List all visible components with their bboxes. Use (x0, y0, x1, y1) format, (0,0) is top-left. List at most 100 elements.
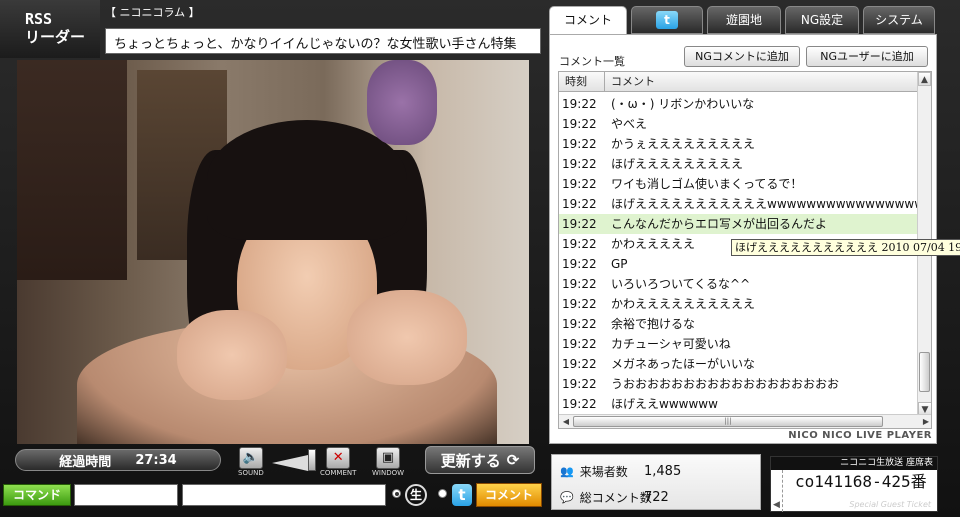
comment-text: かうぇえええええええええ (611, 137, 756, 151)
rss-reader-logo[interactable]: RSS リーダー (0, 0, 100, 58)
comment-row[interactable]: 19:22 かわええええええええええ (559, 294, 917, 314)
comment-row[interactable]: 19:22 やべえ (559, 114, 917, 134)
comment-row[interactable]: 19:22 メガネあったほーがいいな (559, 354, 917, 374)
tab-comment[interactable]: コメント (549, 6, 627, 36)
video-hair-bow (367, 60, 437, 145)
sound-button[interactable]: 🔈 SOUND (238, 447, 264, 477)
sound-label: SOUND (238, 469, 264, 477)
category-label: 【 ニコニコラム 】 (105, 6, 200, 19)
comment-label: COMMENT (320, 469, 357, 477)
add-ng-comment-button[interactable]: NGコメントに追加 (684, 46, 800, 67)
comment-time: 19:22 (562, 277, 597, 291)
comment-row[interactable]: 19:22 うおおおおおおおおおおおおおおおおおお (559, 374, 917, 394)
comment-row[interactable]: 19:22 GP (559, 254, 917, 274)
comment-text: ほげえええええええええええwwwwwwwwwwwwwwwwwwwww (611, 197, 917, 211)
vertical-scroll-thumb[interactable] (919, 352, 930, 392)
visitors-label: 来場者数 (579, 465, 628, 479)
elapsed-value: 27:34 (135, 452, 177, 468)
elapsed-timer: 経過時間 27:34 (15, 449, 221, 471)
window-button[interactable]: ▣ WINDOW (372, 447, 404, 477)
video-hand-right (347, 290, 467, 385)
comment-text: こんなんだからエロ写メが出回るんだよ (611, 217, 828, 231)
scroll-left-arrow[interactable]: ◀ (559, 415, 573, 428)
video-bg-shelf (17, 60, 127, 280)
scroll-up-arrow[interactable]: ▲ (918, 72, 931, 86)
ticket-subtitle: Special Guest Ticket (849, 500, 931, 509)
elapsed-label: 経過時間 (59, 454, 112, 470)
comment-text: カチューシャ可愛いね (611, 337, 731, 351)
comment-time: 19:22 (562, 157, 597, 171)
command-input[interactable] (74, 484, 178, 506)
comment-row[interactable]: 19:22 カチューシャ可愛いね (559, 334, 917, 354)
comment-time: 19:22 (562, 117, 597, 131)
comment-text: いろいろついてくるな^^ (611, 277, 751, 291)
comment-row[interactable]: 19:22 ほげええwwwwww (559, 394, 917, 414)
player-brand: NICO NICO LIVE PLAYER (788, 430, 932, 441)
comment-time: 19:22 (562, 137, 597, 151)
comment-list-header: 時刻 コメント (559, 72, 931, 92)
stats-box: 👥 来場者数 1,485 💬 総コメント数 722 (551, 454, 761, 510)
comment-text: ワイも消しゴム使いまくってるで！ (611, 177, 803, 191)
tab-ng-settings[interactable]: NG設定 (785, 6, 859, 34)
comment-text: 余裕で抱けるな (611, 317, 696, 331)
window-label: WINDOW (372, 469, 405, 477)
comment-row[interactable]: 19:22 ほげえええええええええええwwwwwwwwwwwwwwwwwwwww (559, 194, 917, 214)
comment-time: 19:22 (562, 377, 597, 391)
refresh-label: 更新する (440, 451, 501, 470)
scroll-right-arrow[interactable]: ▶ (919, 415, 931, 428)
comment-row[interactable]: 19:22 かうぇえええええええええ (559, 134, 917, 154)
refresh-button[interactable]: 更新する ⟳ (425, 446, 535, 474)
comment-time: 19:22 (562, 357, 597, 371)
comment-time: 19:22 (562, 217, 597, 231)
visitors-stat: 👥 来場者数 1,485 (560, 463, 681, 480)
nico-live-player: RSS リーダー 【 ニコニコラム 】 ちょっとちょっと、かなりイイんじゃないの… (0, 0, 960, 517)
volume-slider[interactable] (272, 449, 316, 471)
refresh-icon: ⟳ (506, 451, 520, 469)
visitors-value: 1,485 (644, 464, 682, 479)
comment-text: うおおおおおおおおおおおおおおおおおお (611, 377, 840, 391)
post-mode-radio-nama[interactable] (392, 489, 401, 498)
comment-time: 19:22 (562, 397, 597, 411)
seat-ticket: ニコニコ生放送 座席表 ◀ co141168-425番 Special Gues… (770, 456, 938, 512)
twitter-icon: t (656, 11, 678, 29)
tab-twitter[interactable]: t (631, 6, 703, 34)
video-hand-left (177, 310, 287, 400)
comment-input[interactable] (182, 484, 386, 506)
comment-time: 19:22 (562, 197, 597, 211)
comment-toggle-button[interactable]: ✕ COMMENT (320, 447, 356, 477)
volume-track (272, 455, 308, 471)
tab-amusement-park[interactable]: 遊園地 (707, 6, 781, 34)
column-comment[interactable]: コメント (605, 72, 931, 91)
seat-number: co141168-425番 (795, 472, 927, 491)
comment-row[interactable]: 19:22 余裕で抱けるな (559, 314, 917, 334)
program-title: ちょっとちょっと、かなりイイんじゃないの？な女性歌い手さん特集 (105, 28, 541, 54)
comment-row[interactable]: 19:22 こんなんだからエロ写メが出回るんだよ (559, 214, 917, 234)
logo-line1: RSS (25, 10, 53, 28)
comment-row[interactable]: 19:22 いろいろついてくるな^^ (559, 274, 917, 294)
comment-tooltip: ほげえええええええええええ 2010 07/04 19:22 (731, 239, 960, 256)
video-stream[interactable] (17, 60, 529, 444)
panel-tabs: コメント t 遊園地 NG設定 システム (549, 6, 937, 36)
volume-knob[interactable] (308, 449, 316, 471)
comment-off-icon: ✕ (326, 447, 351, 469)
comment-time: 19:22 (562, 297, 597, 311)
window-icon: ▣ (376, 447, 401, 469)
comment-text: ほげえええええええええ (611, 157, 744, 171)
logo-line2: リーダー (25, 28, 86, 46)
comment-time: 19:22 (562, 317, 597, 331)
tab-system[interactable]: システム (863, 6, 935, 34)
comment-row[interactable]: 19:22 ワイも消しゴム使いまくってるで！ (559, 174, 917, 194)
submit-comment-button[interactable]: コメント (476, 483, 542, 507)
comment-row[interactable]: 19:22 (・ω・) リボンかわいいな (559, 94, 917, 114)
comment-row[interactable]: 19:22 ほげえええええええええ (559, 154, 917, 174)
post-mode-radio-twitter[interactable] (438, 489, 447, 498)
comment-text: GP (611, 257, 628, 271)
comment-time: 19:22 (562, 97, 597, 111)
horizontal-scrollbar[interactable]: ◀ ||| ▶ (559, 414, 931, 428)
comment-text: (・ω・) リボンかわいいな (611, 97, 755, 111)
column-time[interactable]: 時刻 (559, 72, 605, 91)
horizontal-scroll-thumb[interactable]: ||| (573, 416, 883, 427)
add-ng-user-button[interactable]: NGユーザーに追加 (806, 46, 928, 67)
visitors-icon: 👥 (560, 465, 574, 478)
comments-stat: 💬 総コメント数 722 (560, 489, 669, 506)
